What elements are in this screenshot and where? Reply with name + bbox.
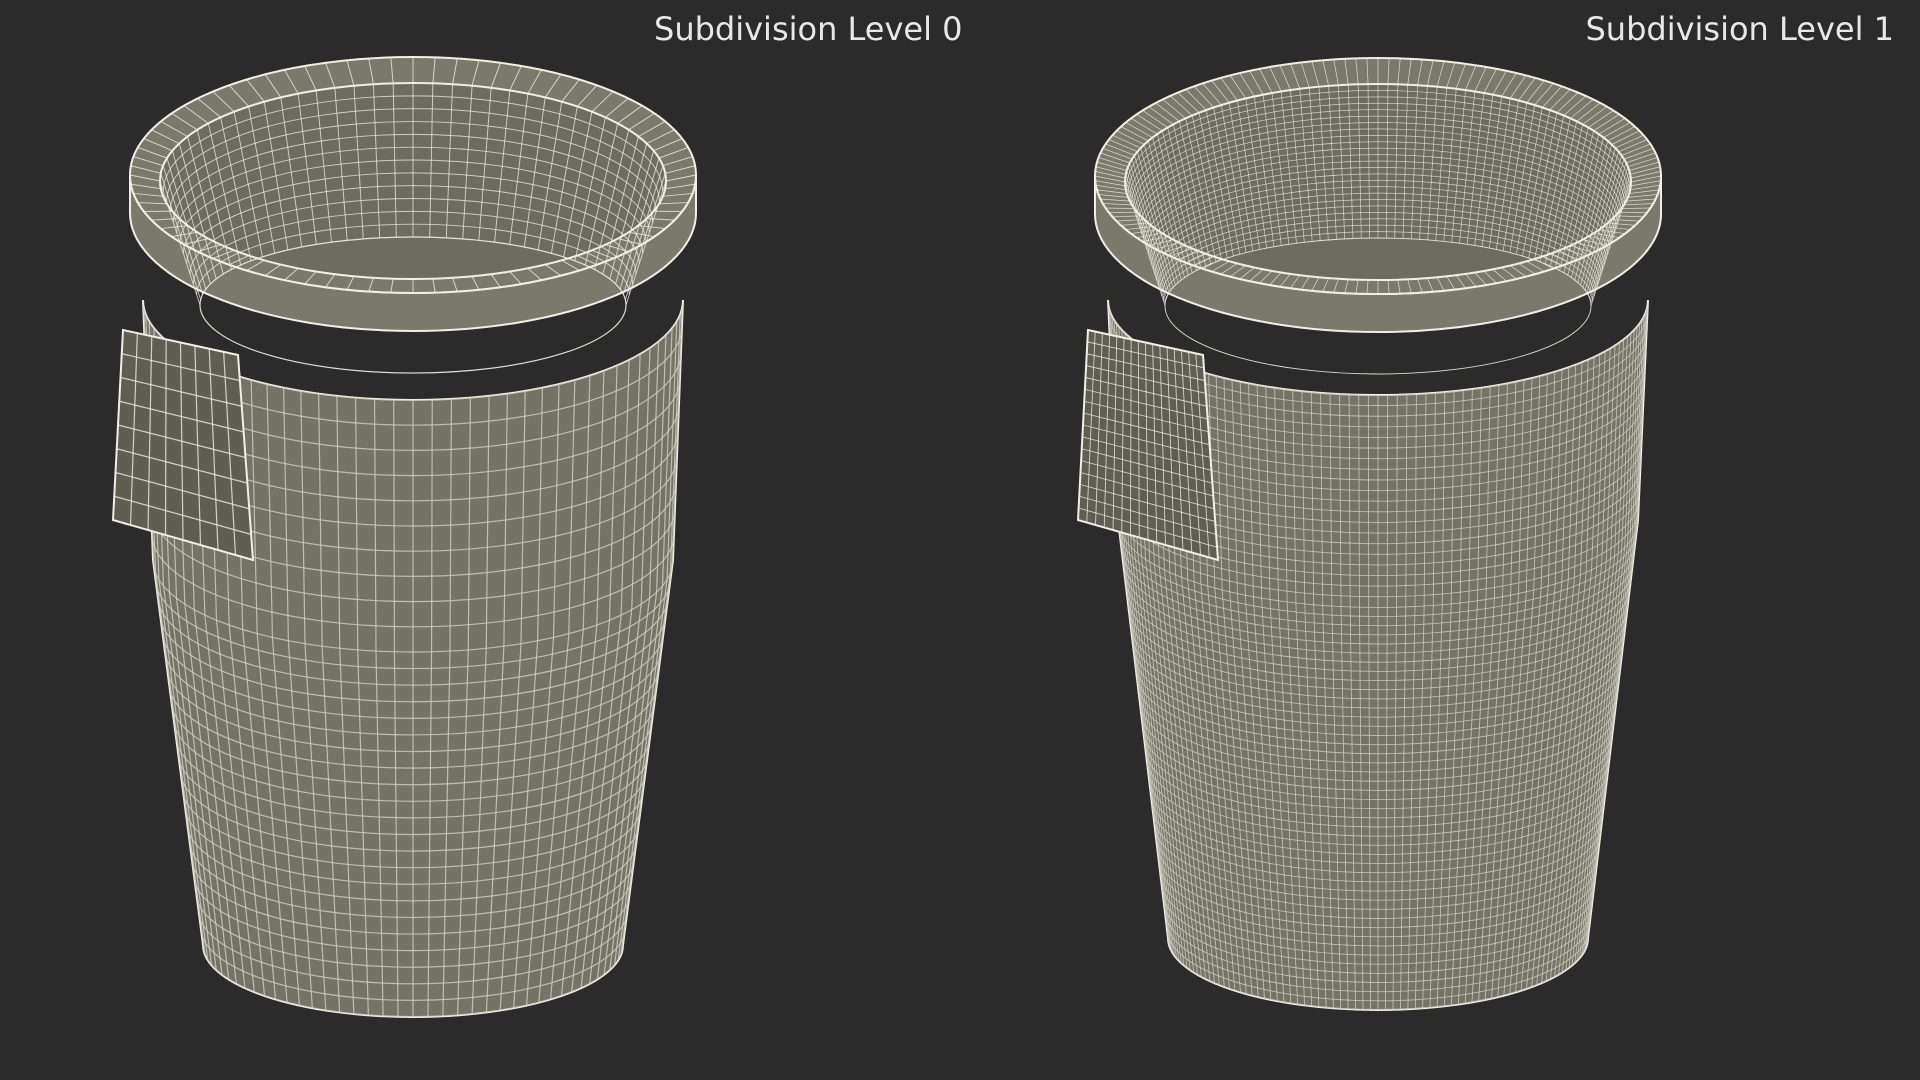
bin-model-subdivision-0 bbox=[111, 56, 697, 1018]
bin-model-subdivision-1 bbox=[1076, 57, 1662, 1011]
handle bbox=[1076, 328, 1220, 562]
model-render-area bbox=[111, 56, 1662, 1018]
handle bbox=[111, 328, 255, 562]
viewport: Subdivision Level 0 Subdivision Level 1 bbox=[0, 0, 1920, 1080]
